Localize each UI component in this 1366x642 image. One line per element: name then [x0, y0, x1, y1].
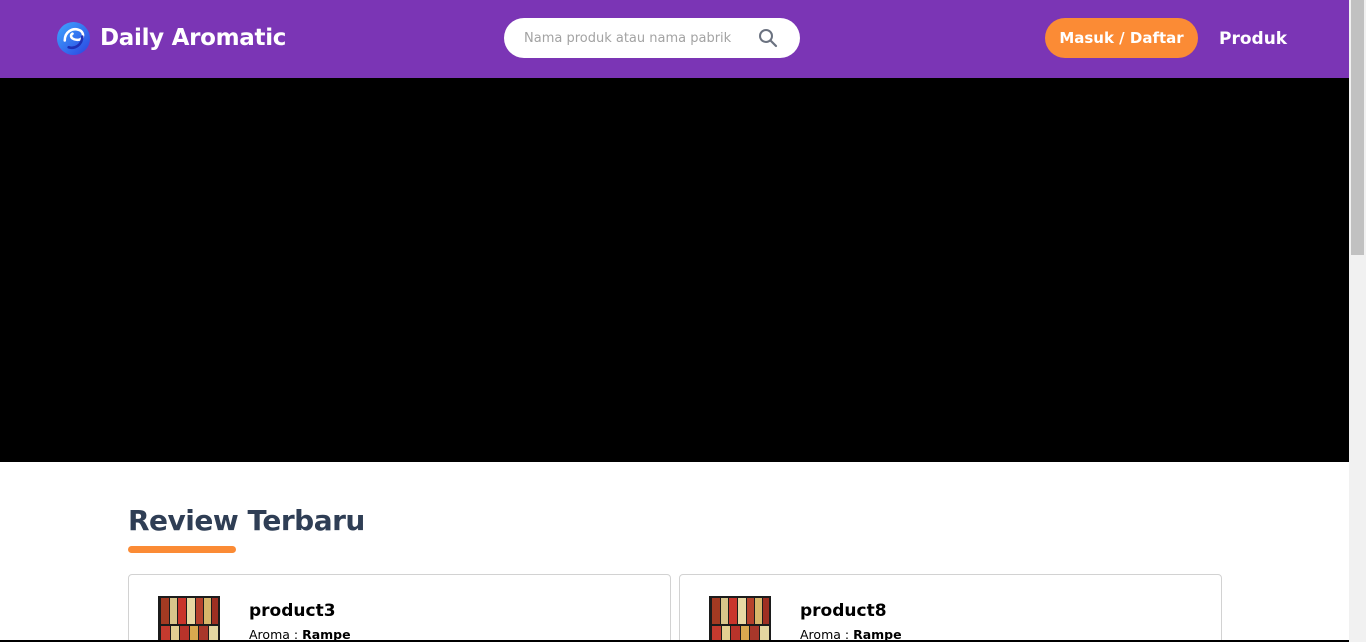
brand-logo-icon	[56, 21, 91, 55]
search-bar	[504, 18, 800, 58]
product-image-icon	[709, 596, 771, 642]
review-card[interactable]: product3 Aroma : Rampe	[128, 574, 671, 642]
review-card[interactable]: product8 Aroma : Rampe	[679, 574, 1222, 642]
brand-link[interactable]: Daily Aromatic	[56, 20, 286, 56]
top-navbar: Daily Aromatic Masuk / Daftar Produk	[0, 0, 1349, 78]
login-register-button[interactable]: Masuk / Daftar	[1045, 18, 1198, 58]
product-image-icon	[158, 596, 220, 642]
page-scrollbar[interactable]	[1349, 0, 1366, 642]
nav-link-products[interactable]: Produk	[1219, 28, 1287, 50]
search-input[interactable]	[524, 18, 749, 58]
product-name[interactable]: product3	[249, 601, 336, 621]
scrollbar-thumb[interactable]	[1351, 0, 1364, 255]
product-name[interactable]: product8	[800, 601, 887, 621]
search-icon[interactable]	[757, 27, 779, 49]
hero-banner	[0, 78, 1349, 462]
product-thumbnail[interactable]	[709, 596, 771, 642]
product-thumbnail[interactable]	[158, 596, 220, 642]
title-underline	[128, 546, 236, 553]
brand-name: Daily Aromatic	[100, 25, 287, 51]
section-title: Review Terbaru	[128, 504, 365, 537]
